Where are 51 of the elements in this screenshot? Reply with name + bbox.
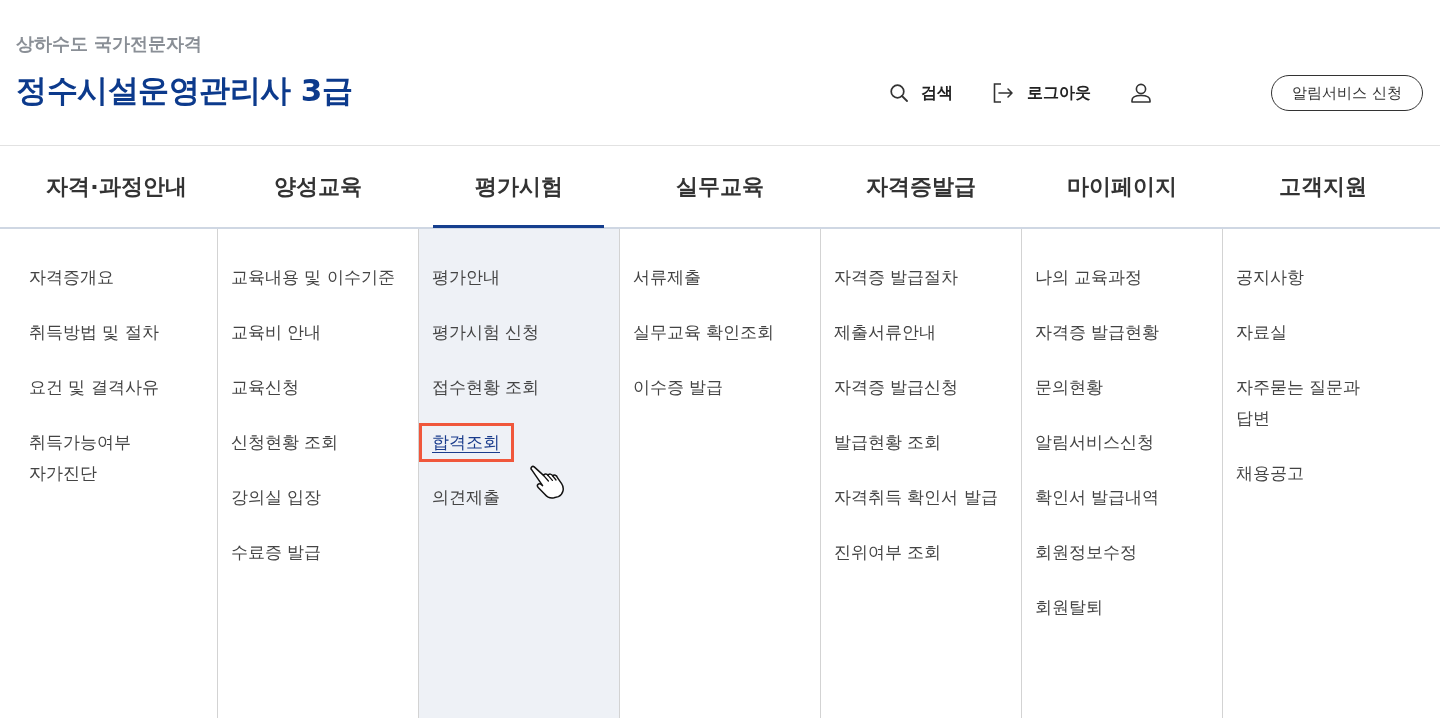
submenu-link[interactable]: 의견제출 — [419, 478, 514, 517]
nav-tab[interactable]: 자격·과정안내 — [16, 146, 217, 227]
submenu-link[interactable]: 실무교육 확인조회 — [620, 313, 789, 352]
submenu-link[interactable]: 자료실 — [1223, 313, 1301, 352]
submenu-link[interactable]: 취득방법 및 절차 — [16, 313, 173, 352]
submenu-link[interactable]: 제출서류안내 — [821, 313, 950, 352]
submenu-link[interactable]: 수료증 발급 — [218, 533, 336, 572]
submenu-link[interactable]: 요건 및 결격사유 — [16, 368, 173, 407]
hand-cursor-icon — [529, 465, 567, 499]
submenu-link[interactable]: 평가시험 신청 — [419, 313, 554, 352]
search-icon — [890, 84, 909, 102]
submenu-link[interactable]: 접수현황 조회 — [419, 368, 554, 407]
submenu-link[interactable]: 교육내용 및 이수기준 — [218, 258, 409, 297]
nav-tab[interactable]: 양성교육 — [217, 146, 418, 227]
search-button[interactable]: 검색 — [890, 75, 954, 111]
logout-button[interactable]: 로그아웃 — [993, 75, 1092, 111]
submenu-link[interactable]: 진위여부 조회 — [821, 533, 956, 572]
nav-tab[interactable]: 실무교육 — [619, 146, 820, 227]
submenu-link[interactable]: 평가안내 — [419, 258, 514, 297]
submenu-link[interactable]: 서류제출 — [620, 258, 715, 297]
nav-tab[interactable]: 자격증발급 — [820, 146, 1021, 227]
submenu-link[interactable]: 합격조회 — [419, 423, 514, 462]
submenu-link[interactable]: 회원정보수정 — [1022, 533, 1151, 572]
submenu-link[interactable]: 교육비 안내 — [218, 313, 336, 352]
submenu-link[interactable]: 자격증 발급절차 — [821, 258, 973, 297]
logout-icon — [993, 83, 1015, 103]
site-subtitle: 상하수도 국가전문자격 — [16, 32, 203, 56]
alert-service-button[interactable]: 알림서비스 신청 — [1271, 75, 1423, 111]
submenu-link[interactable]: 취득가능여부 자가진단 — [16, 423, 145, 493]
submenu-link[interactable]: 강의실 입장 — [218, 478, 336, 517]
submenu-link[interactable]: 나의 교육과정 — [1022, 258, 1157, 297]
nav-tab[interactable]: 마이페이지 — [1021, 146, 1222, 227]
submenu-link[interactable]: 채용공고 — [1223, 454, 1318, 493]
submenu-link[interactable]: 자격증개요 — [16, 258, 128, 297]
submenu-link[interactable]: 확인서 발급내역 — [1022, 478, 1174, 517]
submenu-link[interactable]: 공지사항 — [1223, 258, 1318, 297]
nav-tab[interactable]: 고객지원 — [1222, 146, 1423, 227]
submenu-link[interactable]: 교육신청 — [218, 368, 313, 407]
submenu-link[interactable]: 자격증 발급신청 — [821, 368, 973, 407]
person-icon — [1131, 83, 1152, 103]
submenu-link[interactable]: 발급현황 조회 — [821, 423, 956, 462]
site-title: 정수시설운영관리사 3급 — [16, 71, 353, 110]
submenu-link[interactable]: 알림서비스신청 — [1022, 423, 1168, 462]
submenu-link[interactable]: 자격취득 확인서 발급 — [821, 478, 1012, 517]
submenu-link[interactable]: 신청현황 조회 — [218, 423, 353, 462]
submenu-link[interactable]: 회원탈퇴 — [1022, 588, 1117, 627]
nav-tab[interactable]: 평가시험 — [418, 146, 619, 227]
submenu-link[interactable]: 자주묻는 질문과 답변 — [1223, 368, 1375, 438]
submenu-link[interactable]: 자격증 발급현황 — [1022, 313, 1174, 352]
submenu-link[interactable]: 문의현황 — [1022, 368, 1117, 407]
submenu-link[interactable]: 이수증 발급 — [620, 368, 738, 407]
